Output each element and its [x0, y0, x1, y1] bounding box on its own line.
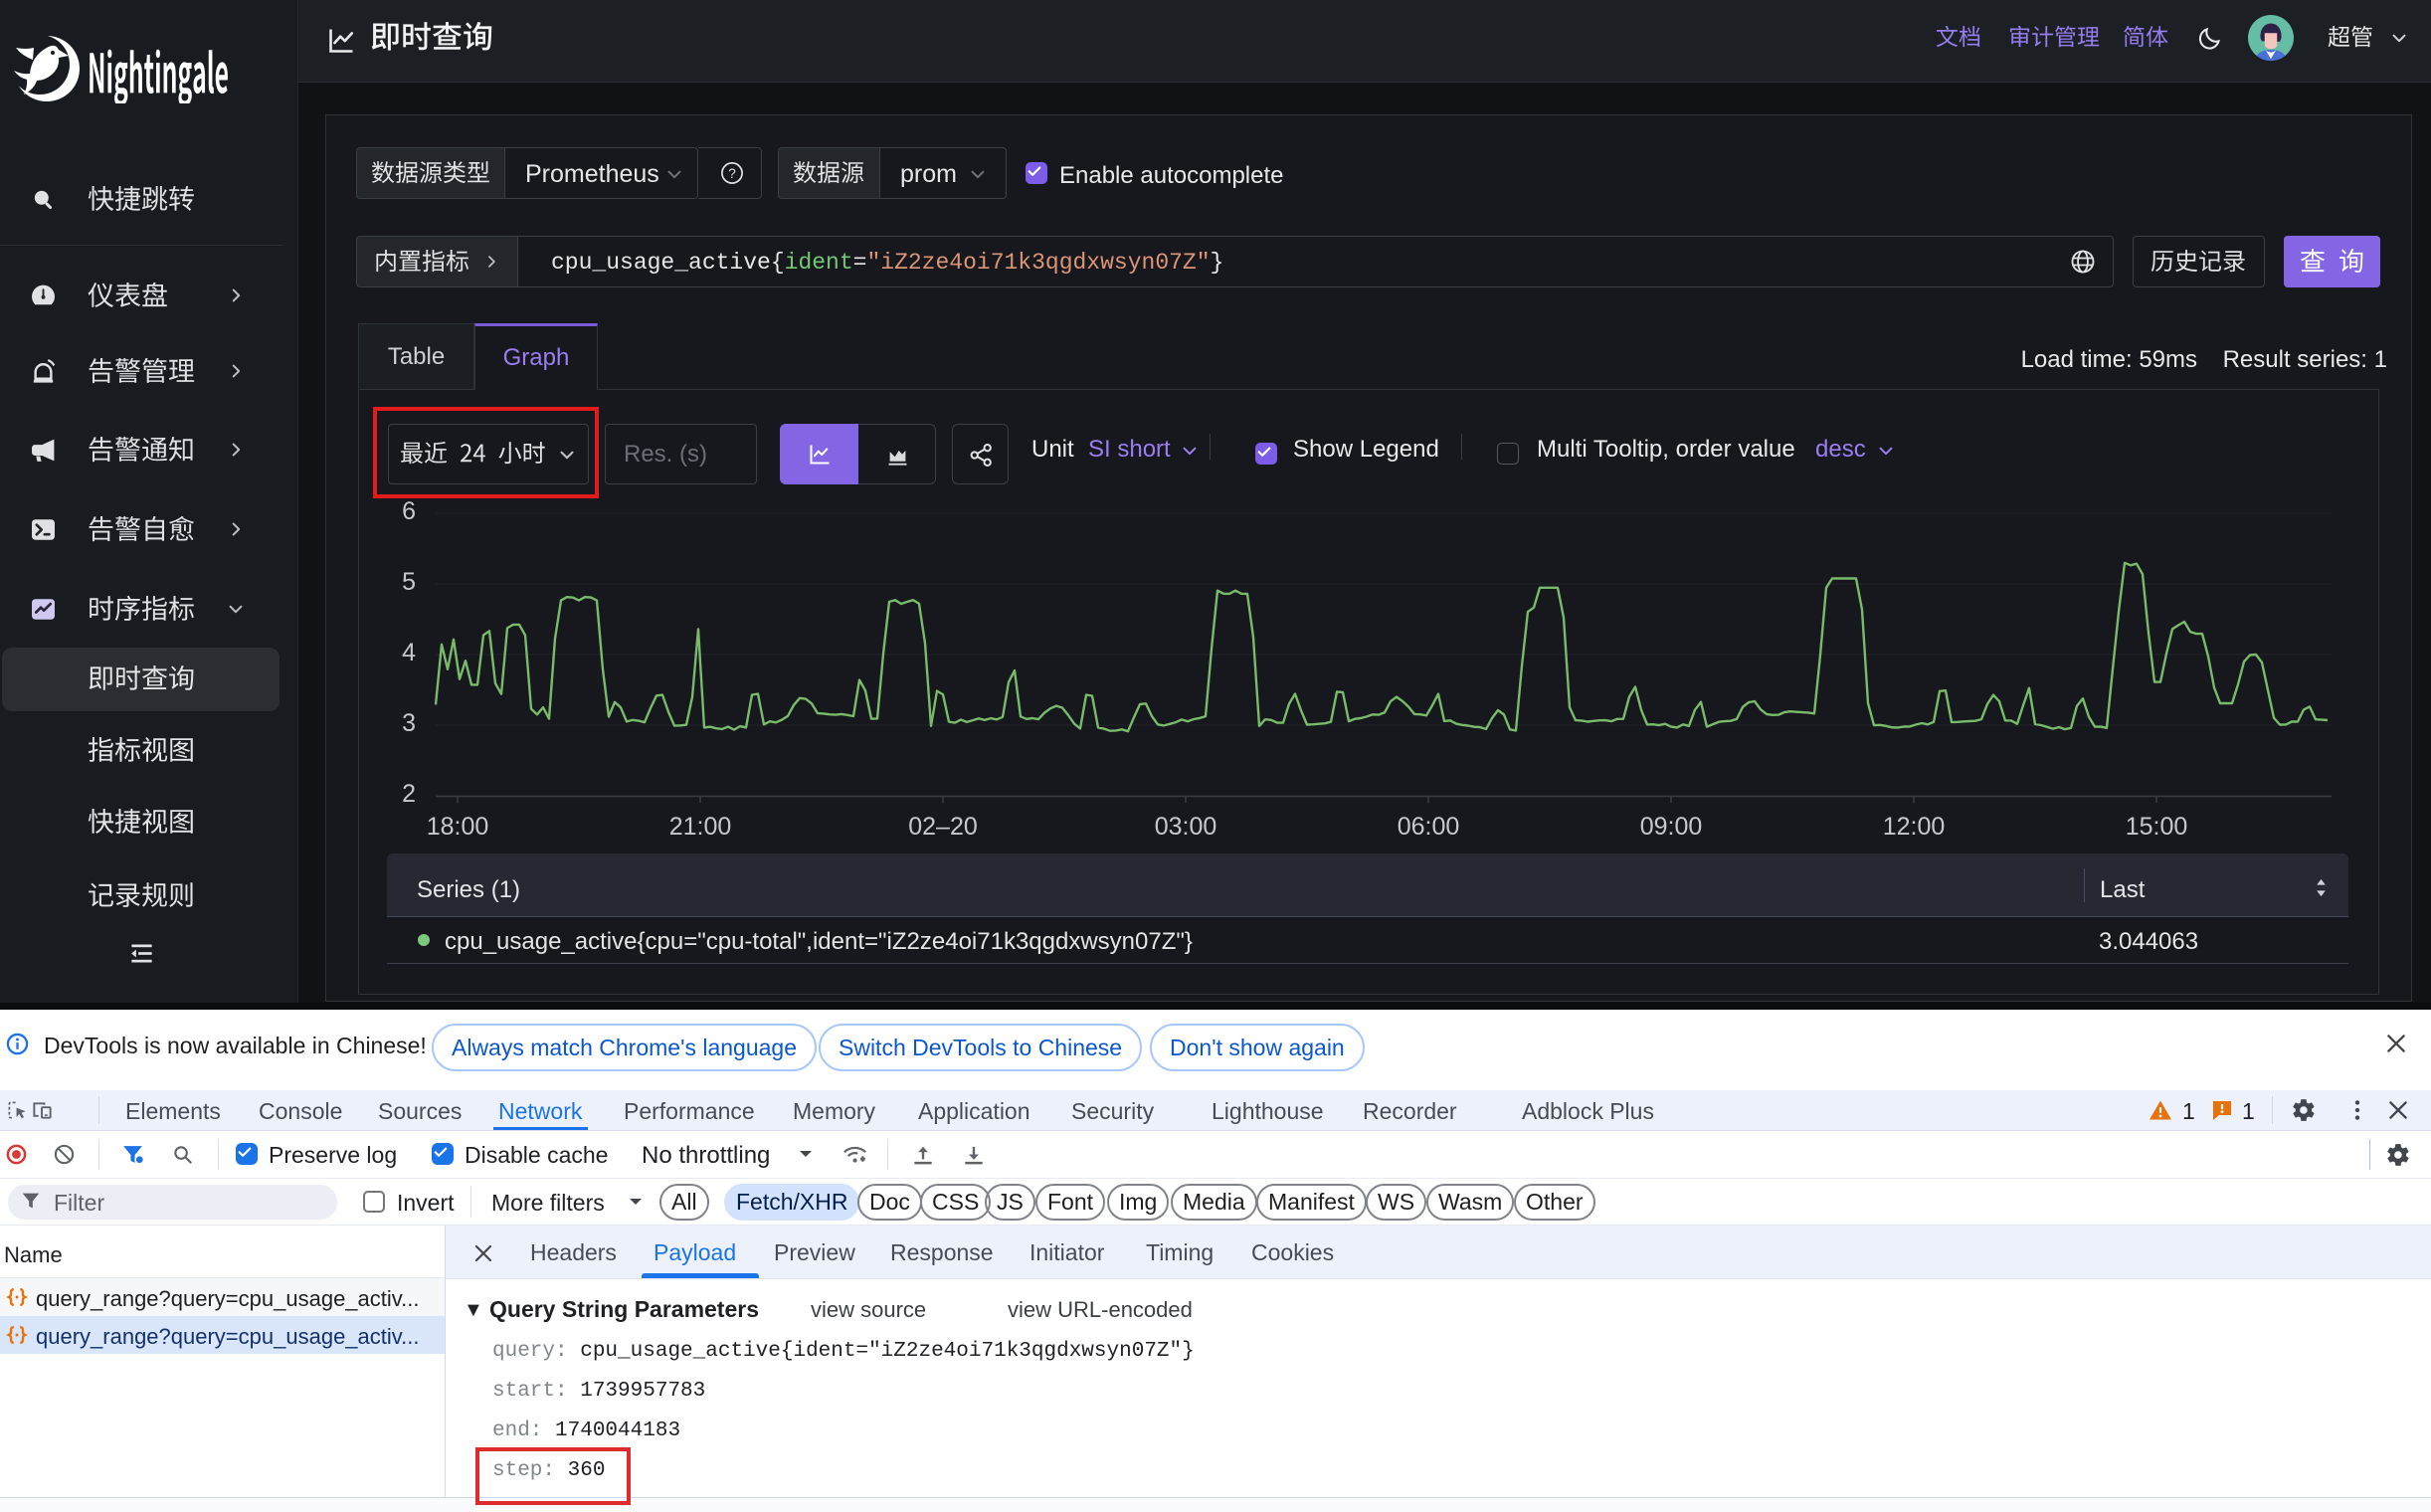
svg-text:?: ?	[728, 166, 736, 181]
